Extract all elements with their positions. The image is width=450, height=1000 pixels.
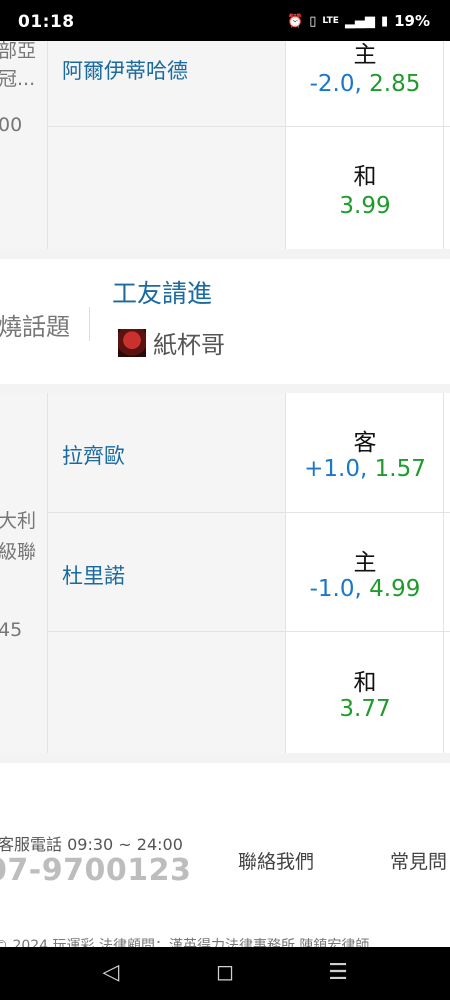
customer-service-hours: 客服電話 09:30 ~ 24:00: [0, 835, 183, 854]
forum-post-title[interactable]: 工友請進: [112, 274, 212, 310]
home-odds-button[interactable]: -1.0, 4.99: [286, 576, 444, 602]
vibrate-icon: ▯: [309, 13, 317, 29]
network-type: LTE: [322, 16, 339, 26]
home-price: 2.85: [369, 71, 421, 97]
league-cell: [0, 393, 48, 753]
team-link-home[interactable]: 阿爾伊蒂哈德: [62, 55, 188, 85]
status-bar: 01:18 ⏰ ▯ LTE ▂▄▆ ▮ 19%: [0, 0, 450, 41]
match-card-1[interactable]: 部亞 冠... 00 阿爾伊蒂哈德 主 -2.0, 2.85 和 3.99: [0, 41, 450, 249]
android-nav-bar: ◁ ◻ ☰: [0, 947, 450, 1000]
signal-icon: ▂▄▆: [344, 13, 375, 29]
home-odds-label: 主: [353, 42, 377, 68]
forum-teaser[interactable]: 燒話題 工友請進 紙杯哥: [0, 259, 450, 384]
divider: [89, 307, 90, 341]
away-odds-button[interactable]: +1.0, 1.57: [286, 456, 444, 482]
customer-service-phone[interactable]: 07-9700123: [0, 853, 191, 888]
site-footer: 客服電話 09:30 ~ 24:00 07-9700123 聯絡我們 常見問 ©…: [0, 763, 450, 947]
home-odds-label: 主: [353, 550, 377, 576]
contact-us-link[interactable]: 聯絡我們: [238, 847, 314, 874]
status-time: 01:18: [18, 12, 75, 32]
league-number: 00: [0, 114, 23, 136]
away-handicap: +1.0,: [304, 456, 368, 482]
league-name-line: 級聯: [0, 541, 37, 563]
draw-odds-button[interactable]: 3.77: [286, 696, 444, 722]
match-card-2[interactable]: 大利 級聯 45 拉齊歐 客 +1.0, 1.57 杜里諾 主 -1.0, 4.…: [0, 393, 450, 753]
home-odds-button[interactable]: -2.0, 2.85: [286, 71, 444, 97]
alarm-icon: ⏰: [287, 13, 304, 29]
league-name-line: 部亞: [0, 41, 37, 62]
team-link-away[interactable]: 拉齊歐: [62, 440, 125, 470]
draw-odds-button[interactable]: 3.99: [286, 193, 444, 219]
legal-notice: © 2024 玩運彩 法律顧問：漢英得力法律事務所 陳鎮宏律師: [0, 938, 370, 947]
league-name-line: 大利: [0, 510, 37, 532]
recents-icon[interactable]: ☰: [318, 960, 358, 985]
home-handicap: -2.0,: [309, 71, 362, 97]
draw-odds-label: 和: [353, 670, 377, 696]
draw-odds-label: 和: [353, 164, 377, 190]
team-link-home[interactable]: 杜里諾: [62, 560, 125, 590]
away-price: 1.57: [374, 456, 426, 482]
battery-icon: ▮: [380, 13, 389, 29]
back-icon[interactable]: ◁: [91, 960, 131, 985]
home-handicap: -1.0,: [309, 576, 362, 602]
home-price: 4.99: [369, 576, 421, 602]
battery-percent: 19%: [394, 12, 430, 30]
status-icons: ⏰ ▯ LTE ▂▄▆ ▮ 19%: [287, 12, 430, 30]
league-name-line: 冠...: [0, 68, 36, 90]
page-content: 部亞 冠... 00 阿爾伊蒂哈德 主 -2.0, 2.85 和 3.99 燒話…: [0, 41, 450, 947]
home-icon[interactable]: ◻: [205, 960, 245, 985]
away-odds-label: 客: [353, 430, 377, 456]
forum-category[interactable]: 燒話題: [0, 307, 70, 342]
league-number: 45: [0, 619, 23, 641]
avatar[interactable]: [118, 329, 146, 357]
faq-link[interactable]: 常見問: [390, 847, 447, 874]
forum-username[interactable]: 紙杯哥: [153, 325, 225, 360]
